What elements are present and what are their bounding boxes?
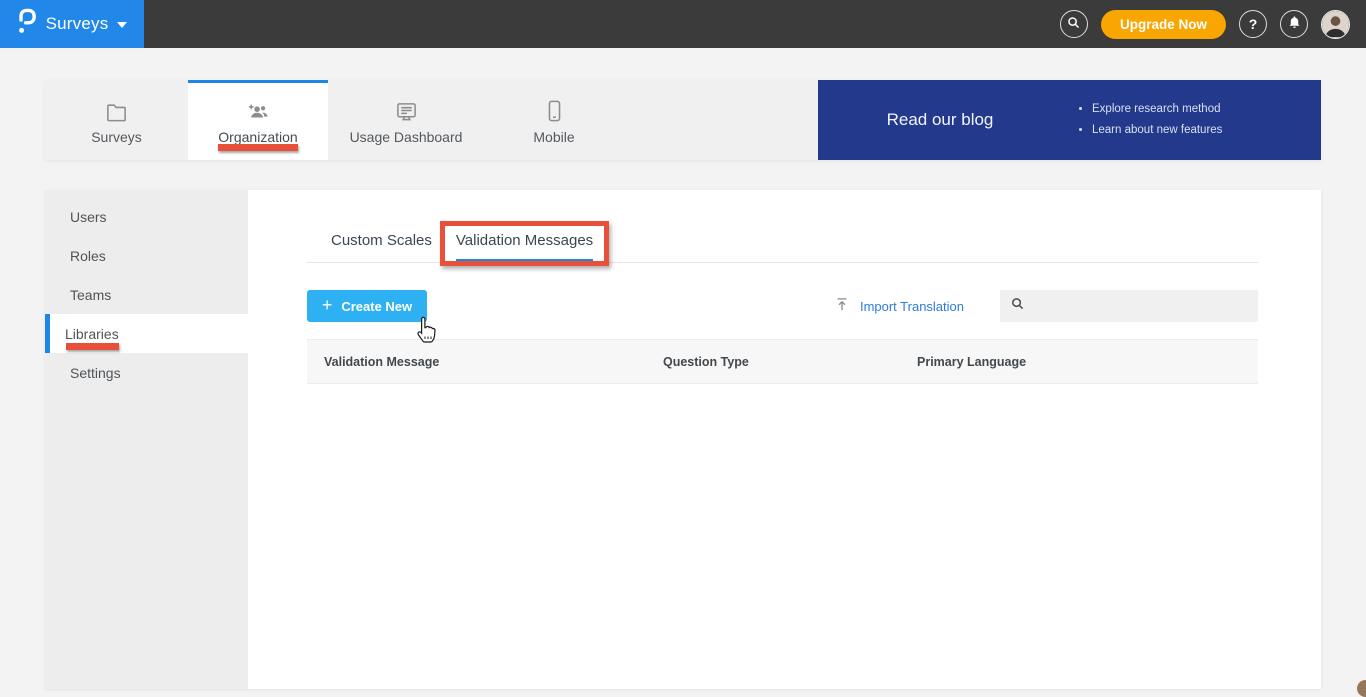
tab-validation-messages[interactable]: Validation Messages [439,221,610,266]
sidebar-item-label: Settings [70,364,121,381]
search-box[interactable] [1000,290,1258,322]
column-header-question-type: Question Type [663,354,749,369]
table-header-row: Validation Message Question Type Primary… [307,339,1258,384]
notifications-button[interactable] [1280,10,1308,38]
primary-nav-tabs: Surveys Organization Usage Dashboard Mob… [45,80,818,160]
nav-tab-label: Usage Dashboard [349,129,463,145]
upgrade-now-button[interactable]: Upgrade Now [1100,9,1226,39]
content-toolbar: + Create New Import Translation [307,290,1258,322]
search-input[interactable] [1025,290,1258,322]
nav-tab-mobile[interactable]: Mobile [484,80,624,160]
nav-tab-organization[interactable]: Organization [188,80,328,160]
people-add-icon [246,98,270,122]
import-translation-link[interactable]: Import Translation [834,296,964,316]
topbar: Surveys Upgrade Now ? [0,0,1366,48]
tab-label: Validation Messages [455,232,594,249]
tab-custom-scales[interactable]: Custom Scales [331,232,432,262]
search-icon [1066,15,1081,33]
blog-promo-bullets: Explore research method Learn about new … [1062,99,1222,141]
chevron-down-icon [117,22,128,28]
plus-icon: + [321,295,333,315]
content-area: Custom Scales Validation Messages + Crea… [248,190,1321,689]
questionpro-logo-icon [17,7,37,41]
question-mark-icon: ? [1248,16,1258,32]
sidebar-item-libraries[interactable]: Libraries [45,314,248,353]
sidebar-item-label: Libraries [65,325,119,342]
column-header-primary-language: Primary Language [917,354,1027,369]
nav-tab-label: Surveys [91,129,142,145]
main-card: Users Roles Teams Libraries Settings Cus… [45,190,1321,689]
nav-tab-surveys[interactable]: Surveys [45,80,188,160]
sidebar-item-label: Roles [70,247,106,264]
blog-promo-bullet: Learn about new features [1092,120,1222,141]
folder-icon [105,98,128,122]
sidebar-item-label: Users [70,208,107,225]
content-tab-bar: Custom Scales Validation Messages [307,221,1258,266]
sidebar-item-roles[interactable]: Roles [45,236,248,275]
import-icon [834,296,850,316]
topbar-actions: Upgrade Now ? [1059,9,1366,39]
sidebar: Users Roles Teams Libraries Settings [45,190,248,689]
product-switcher[interactable]: Surveys [0,0,144,48]
toolbar-right: Import Translation [834,290,1258,322]
tab-label: Custom Scales [331,232,432,249]
search-button[interactable] [1059,10,1088,38]
annotation-underline-libraries [66,343,119,350]
nav-tab-label: Mobile [533,129,575,145]
create-new-label: Create New [341,298,413,314]
annotation-underline-organization [218,144,298,151]
create-new-button[interactable]: + Create New [307,290,427,322]
sidebar-item-teams[interactable]: Teams [45,275,248,314]
nav-tab-usage-dashboard[interactable]: Usage Dashboard [328,80,484,160]
mobile-icon [547,98,562,122]
nav-tab-label: Organization [218,129,298,145]
sidebar-item-label: Teams [70,286,112,303]
bell-icon [1287,15,1302,33]
sidebar-item-settings[interactable]: Settings [45,353,248,392]
primary-nav-band: Surveys Organization Usage Dashboard Mob… [45,80,1321,160]
import-translation-label: Import Translation [859,298,964,314]
column-header-validation-message: Validation Message [324,354,440,369]
blog-promo-title: Read our blog [886,110,994,129]
product-switcher-label: Surveys [45,14,109,33]
dashboard-icon [395,98,418,122]
blog-promo-bullet: Explore research method [1092,99,1222,120]
blog-promo-banner[interactable]: Read our blog Explore research method Le… [818,80,1321,160]
sidebar-item-users[interactable]: Users [45,197,248,236]
search-icon [1010,296,1025,316]
help-button[interactable]: ? [1239,10,1267,38]
user-avatar[interactable] [1321,9,1350,39]
